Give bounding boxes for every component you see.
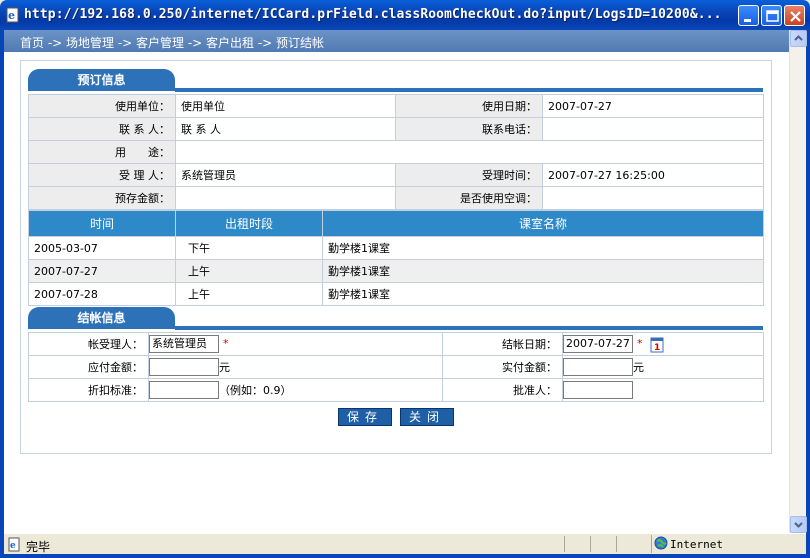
- row-time: 2007-07-28: [28, 282, 176, 306]
- discount-hint: （例如：0.9）: [219, 384, 292, 397]
- unit-value: 使用单位: [175, 94, 396, 118]
- booking-section-divider: [175, 88, 763, 92]
- column-header-period: 出租时段: [175, 210, 323, 237]
- discount-input[interactable]: [149, 381, 219, 399]
- table-row: 2005-03-07 下午 勤学楼1课室: [28, 236, 764, 260]
- maximize-icon: [766, 10, 779, 22]
- breadcrumb-bar: 首页 -> 场地管理 -> 客户管理 -> 客户出租 -> 预订结帐: [4, 30, 789, 52]
- phone-value: [542, 117, 764, 141]
- table-row: 2007-07-28 上午 勤学楼1课室: [28, 282, 764, 306]
- maximize-button[interactable]: [761, 5, 782, 26]
- row-classroom: 勤学楼1课室: [322, 236, 764, 260]
- paid-unit: 元: [633, 361, 644, 374]
- paid-label: 实付金额：: [442, 355, 563, 379]
- svg-text:1: 1: [654, 343, 660, 353]
- approver-input[interactable]: [563, 381, 633, 399]
- calendar-icon[interactable]: 1: [650, 335, 664, 353]
- security-zone: Internet: [651, 535, 801, 553]
- window-titlebar: e http://192.168.0.250/internet/ICCard.p…: [0, 0, 810, 30]
- unit-label: 使用单位：: [28, 94, 176, 118]
- air-conditioning-label: 是否使用空调：: [395, 186, 543, 210]
- svg-text:e: e: [8, 9, 15, 22]
- purpose-value: [175, 140, 764, 164]
- window-title: http://192.168.0.250/internet/ICCard.prF…: [24, 7, 722, 22]
- row-time: 2007-07-27: [28, 259, 176, 283]
- booking-info-table: 使用单位： 使用单位 使用日期： 2007-07-27 联 系 人： 联 系 人…: [28, 94, 764, 210]
- checkout-section-title: 结帐信息: [28, 307, 175, 329]
- handle-time-label: 受理时间：: [395, 163, 543, 187]
- payable-amount-input[interactable]: [149, 358, 219, 376]
- close-window-button[interactable]: [784, 5, 805, 26]
- scroll-up-button[interactable]: [790, 30, 807, 47]
- row-classroom: 勤学楼1课室: [322, 259, 764, 283]
- status-divider: [564, 536, 565, 552]
- discount-label: 折扣标准：: [28, 378, 149, 402]
- checkout-form-table: 帐受理人： 系统管理员 * 结帐日期： 2007-07-27 * 1 应付金额： 元…: [28, 332, 764, 402]
- approver-label: 批准人：: [442, 378, 563, 402]
- row-period: 下午: [175, 236, 323, 260]
- use-date-label: 使用日期：: [395, 94, 543, 118]
- page-done-icon: e: [8, 537, 20, 552]
- checkout-date-input[interactable]: 2007-07-27: [563, 335, 633, 353]
- minimize-button[interactable]: [738, 5, 759, 26]
- close-icon: [790, 11, 801, 22]
- phone-label: 联系电话：: [395, 117, 543, 141]
- status-divider: [616, 536, 617, 552]
- handler-label: 受 理 人：: [28, 163, 176, 187]
- minimize-icon: [744, 19, 751, 22]
- schedule-table: 时间 出租时段 课室名称 2005-03-07 下午 勤学楼1课室 2007-0…: [28, 210, 764, 306]
- scroll-down-button[interactable]: [790, 516, 807, 533]
- row-time: 2005-03-07: [28, 236, 176, 260]
- svg-text:e: e: [10, 541, 16, 551]
- required-mark: *: [223, 337, 229, 350]
- row-period: 上午: [175, 282, 323, 306]
- status-divider: [590, 536, 591, 552]
- deposit-value: [175, 186, 396, 210]
- use-date-value: 2007-07-27: [542, 94, 764, 118]
- deposit-label: 预存金额：: [28, 186, 176, 210]
- status-text: 完毕: [26, 540, 51, 554]
- required-mark: *: [637, 337, 643, 350]
- payable-label: 应付金额：: [28, 355, 149, 379]
- globe-icon: [654, 536, 668, 550]
- handle-time-value: 2007-07-27 16:25:00: [542, 163, 764, 187]
- close-button[interactable]: 关闭: [400, 408, 454, 426]
- handler-value: 系统管理员: [175, 163, 396, 187]
- row-classroom: 勤学楼1课室: [322, 282, 764, 306]
- contact-value: 联 系 人: [175, 117, 396, 141]
- booking-section-title: 预订信息: [28, 69, 175, 91]
- scroll-down-icon: [794, 522, 803, 528]
- scroll-up-icon: [794, 35, 803, 41]
- payable-unit: 元: [219, 361, 230, 374]
- checkout-handler-input[interactable]: 系统管理员: [149, 335, 219, 353]
- checkout-section-divider: [175, 326, 763, 330]
- status-bar: e 完毕 Internet: [4, 533, 806, 554]
- ie-page-icon: e: [6, 7, 19, 23]
- column-header-time: 时间: [28, 210, 176, 237]
- paid-amount-input[interactable]: [563, 358, 633, 376]
- air-conditioning-value: [542, 186, 764, 210]
- security-zone-label: Internet: [670, 538, 723, 551]
- checkout-date-label: 结帐日期：: [442, 332, 563, 356]
- row-period: 上午: [175, 259, 323, 283]
- contact-label: 联 系 人：: [28, 117, 176, 141]
- column-header-classroom: 课室名称: [322, 210, 764, 237]
- vertical-scrollbar[interactable]: [789, 30, 807, 533]
- purpose-label: 用 途：: [28, 140, 176, 164]
- checkout-handler-label: 帐受理人：: [28, 332, 149, 356]
- table-row: 2007-07-27 上午 勤学楼1课室: [28, 259, 764, 283]
- save-button[interactable]: 保存: [338, 408, 392, 426]
- breadcrumb: 首页 -> 场地管理 -> 客户管理 -> 客户出租 -> 预订结帐: [20, 36, 325, 50]
